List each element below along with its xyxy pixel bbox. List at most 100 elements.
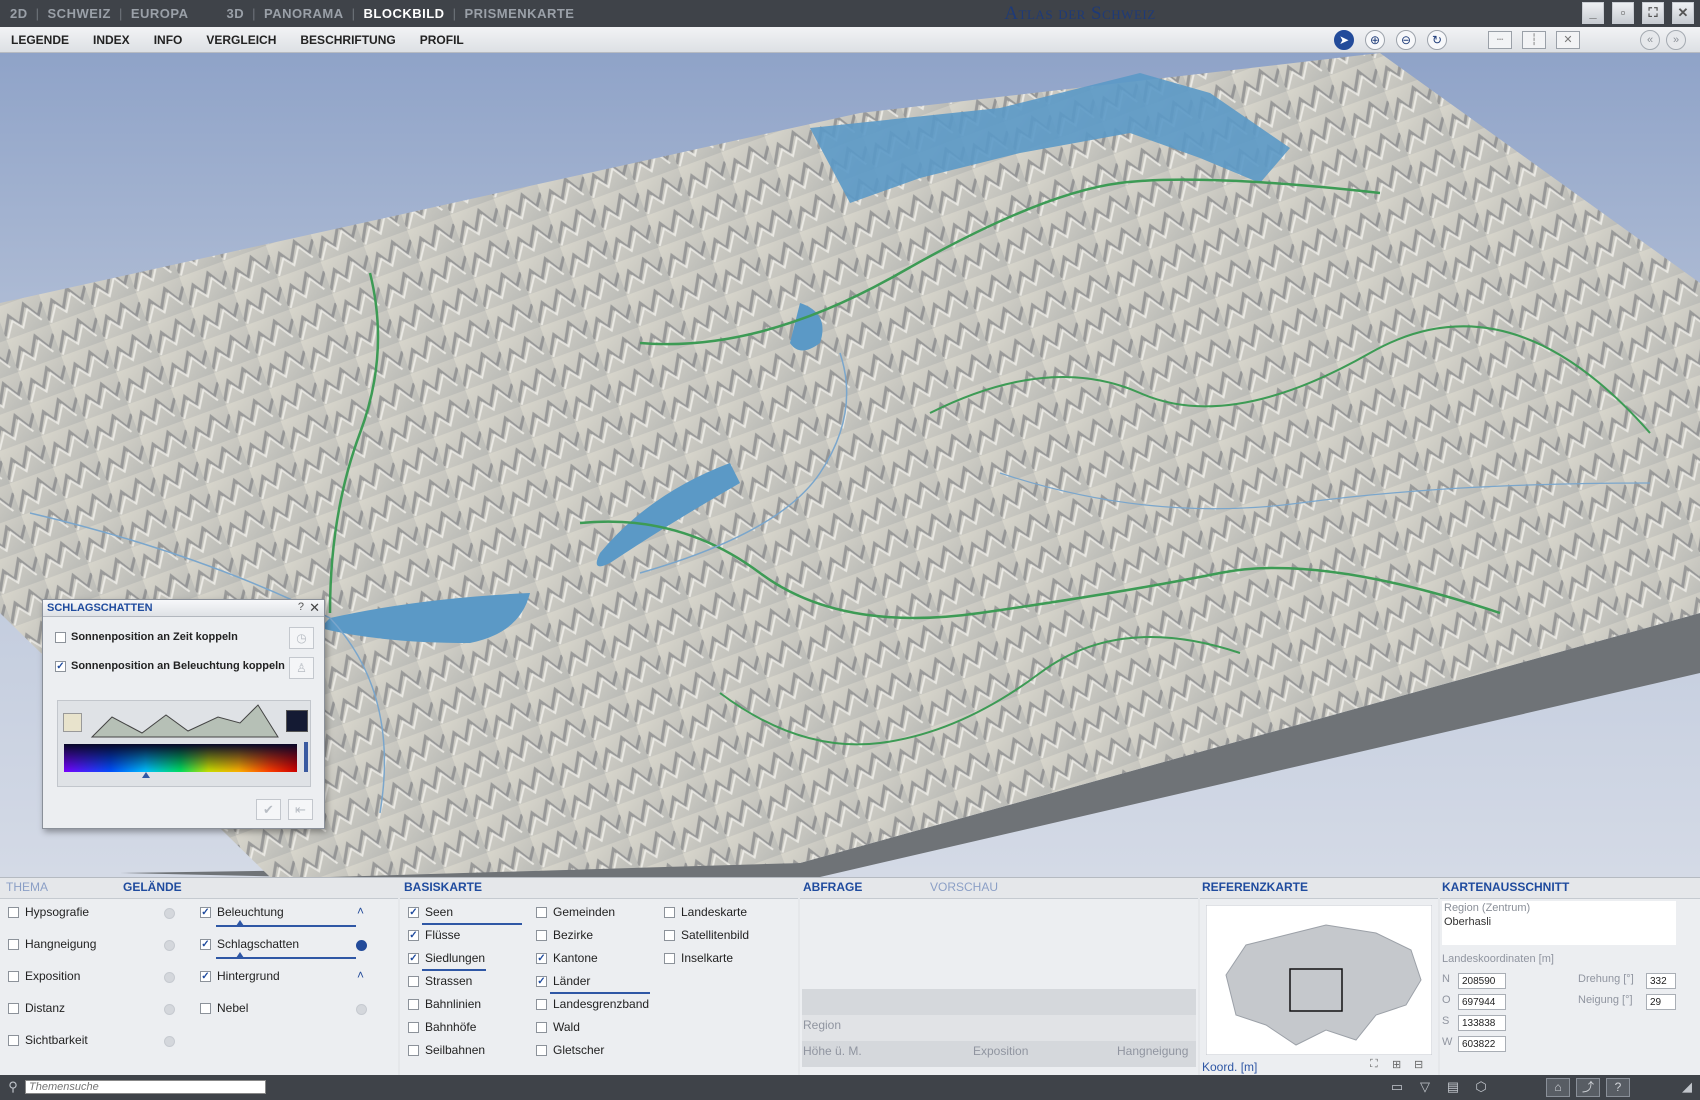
checkbox[interactable] bbox=[200, 1002, 211, 1014]
reset-icon[interactable]: ⇤ bbox=[288, 799, 313, 820]
color-spectrum-picker[interactable] bbox=[64, 744, 297, 772]
nav-blockbild[interactable]: BLOCKBILD bbox=[364, 6, 445, 21]
menu-legende[interactable]: LEGENDE bbox=[11, 33, 69, 47]
clock-icon[interactable]: ◷ bbox=[289, 627, 314, 649]
basis-fluesse[interactable]: ✓ Flüsse bbox=[408, 928, 460, 942]
checkbox-checked[interactable]: ✓ bbox=[536, 952, 547, 964]
gelaende-distanz[interactable]: Distanz bbox=[8, 1001, 65, 1015]
gelaende-hangneigung[interactable]: Hangneigung bbox=[8, 937, 96, 951]
tab-vorschau[interactable]: VORSCHAU bbox=[930, 880, 998, 894]
collapse-icon[interactable]: ˄ bbox=[357, 904, 364, 918]
checkbox-checked[interactable]: ✓ bbox=[408, 929, 419, 941]
option-zeit-koppeln[interactable]: Sonnenposition an Zeit koppeln bbox=[55, 631, 238, 643]
checkbox[interactable] bbox=[8, 906, 19, 918]
checkbox[interactable] bbox=[408, 1044, 419, 1056]
menu-index[interactable]: INDEX bbox=[93, 33, 130, 47]
coord-o-field[interactable] bbox=[1458, 994, 1506, 1010]
tab-basiskarte[interactable]: BASISKARTE bbox=[404, 880, 482, 894]
checkbox[interactable] bbox=[408, 975, 419, 987]
basis-landesgrenzband[interactable]: Landesgrenzband bbox=[536, 997, 649, 1011]
resize-grip-icon[interactable]: ◢ bbox=[1678, 1079, 1696, 1095]
menu-info[interactable]: INFO bbox=[154, 33, 183, 47]
checkbox-checked[interactable]: ✓ bbox=[200, 906, 211, 918]
checkbox-checked[interactable]: ✓ bbox=[55, 660, 66, 672]
light-color-swatch[interactable] bbox=[63, 713, 82, 732]
folder-icon[interactable]: ▭ bbox=[1388, 1079, 1406, 1095]
basis-gemeinden[interactable]: Gemeinden bbox=[536, 905, 615, 919]
basis-landeskarte[interactable]: Landeskarte bbox=[664, 905, 747, 919]
gelaende-hintergrund[interactable]: ✓ Hintergrund bbox=[200, 969, 280, 983]
basis-bahnlinien[interactable]: Bahnlinien bbox=[408, 997, 481, 1011]
checkbox[interactable] bbox=[664, 906, 675, 918]
checkbox[interactable] bbox=[8, 970, 19, 982]
back-icon[interactable]: « bbox=[1640, 30, 1660, 50]
tab-thema[interactable]: THEMA bbox=[6, 880, 48, 894]
basis-strassen[interactable]: Strassen bbox=[408, 974, 472, 988]
split-vertical-icon[interactable]: ┆ bbox=[1522, 31, 1546, 49]
basis-gletscher[interactable]: Gletscher bbox=[536, 1043, 604, 1057]
shadow-color-swatch[interactable] bbox=[286, 710, 308, 732]
laender-slider[interactable] bbox=[550, 992, 650, 994]
export-icon[interactable]: ⬡ bbox=[1472, 1079, 1490, 1095]
gelaende-hypsografie[interactable]: Hypsografie bbox=[8, 905, 89, 919]
restore-icon[interactable]: ▫ bbox=[1612, 2, 1634, 24]
basis-seilbahnen[interactable]: Seilbahnen bbox=[408, 1043, 485, 1057]
tab-referenzkarte[interactable]: REFERENZKARTE bbox=[1202, 880, 1308, 894]
nav-panorama[interactable]: PANORAMA bbox=[264, 6, 344, 21]
slider-handle[interactable] bbox=[236, 920, 244, 926]
basis-kantone[interactable]: ✓ Kantone bbox=[536, 951, 598, 965]
checkbox-checked[interactable]: ✓ bbox=[200, 938, 211, 950]
coord-n-field[interactable] bbox=[1458, 973, 1506, 989]
print-icon[interactable]: ▤ bbox=[1444, 1079, 1462, 1095]
tab-gelaende[interactable]: GELÄNDE bbox=[123, 880, 182, 894]
info-dot[interactable] bbox=[164, 972, 175, 983]
basis-bezirke[interactable]: Bezirke bbox=[536, 928, 593, 942]
help-icon[interactable]: ? bbox=[298, 601, 304, 613]
fullscreen-icon[interactable]: ⛶ bbox=[1642, 2, 1664, 24]
help-button-icon[interactable]: ? bbox=[1606, 1078, 1630, 1097]
tab-kartenausschnitt[interactable]: KARTENAUSSCHNITT bbox=[1442, 880, 1569, 894]
menu-profil[interactable]: PROFIL bbox=[420, 33, 464, 47]
rotate-icon[interactable]: ↻ bbox=[1427, 30, 1447, 50]
info-dot[interactable] bbox=[356, 1004, 367, 1015]
brightness-slider[interactable] bbox=[304, 742, 308, 772]
checkbox[interactable] bbox=[8, 1002, 19, 1014]
checkbox[interactable] bbox=[55, 631, 66, 643]
checkbox[interactable] bbox=[536, 906, 547, 918]
checkbox[interactable] bbox=[664, 929, 675, 941]
gelaende-nebel[interactable]: Nebel bbox=[200, 1001, 248, 1015]
info-dot[interactable] bbox=[164, 940, 175, 951]
checkbox-checked[interactable]: ✓ bbox=[408, 952, 419, 964]
checkbox[interactable] bbox=[408, 998, 419, 1010]
nav-prismenkarte[interactable]: PRISMENKARTE bbox=[464, 6, 574, 21]
checkbox[interactable] bbox=[8, 938, 19, 950]
link-icon[interactable]: ⤴ bbox=[1576, 1078, 1600, 1097]
coord-s-field[interactable] bbox=[1458, 1015, 1506, 1031]
zoom-out-map-icon[interactable]: ⊟ bbox=[1414, 1058, 1423, 1071]
option-beleuchtung-koppeln[interactable]: ✓ Sonnenposition an Beleuchtung koppeln bbox=[55, 660, 285, 672]
collapse-icon[interactable]: ˄ bbox=[357, 968, 364, 982]
gelaende-sichtbarkeit[interactable]: Sichtbarkeit bbox=[8, 1033, 88, 1047]
checkbox[interactable] bbox=[664, 952, 675, 964]
slider-handle[interactable] bbox=[236, 952, 244, 958]
seen-slider[interactable] bbox=[422, 923, 522, 925]
basis-bahnhoefe[interactable]: Bahnhöfe bbox=[408, 1020, 476, 1034]
checkbox-checked[interactable]: ✓ bbox=[536, 975, 547, 987]
info-dot[interactable] bbox=[164, 908, 175, 919]
pointer-icon[interactable]: ➤ bbox=[1334, 30, 1354, 50]
zoom-out-icon[interactable]: ⊖ bbox=[1396, 30, 1416, 50]
checkbox[interactable] bbox=[536, 1044, 547, 1056]
fullscreen-map-icon[interactable]: ⛶ bbox=[1370, 1058, 1378, 1071]
basis-satellitenbild[interactable]: Satellitenbild bbox=[664, 928, 749, 942]
drehung-field[interactable] bbox=[1646, 973, 1676, 989]
siedlungen-slider[interactable] bbox=[422, 969, 486, 971]
menu-beschriftung[interactable]: BESCHRIFTUNG bbox=[300, 33, 395, 47]
neigung-field[interactable] bbox=[1646, 994, 1676, 1010]
split-horizontal-icon[interactable]: ┄ bbox=[1488, 31, 1512, 49]
forward-icon[interactable]: » bbox=[1666, 30, 1686, 50]
basis-seen[interactable]: ✓ Seen bbox=[408, 905, 453, 919]
tab-abfrage[interactable]: ABFRAGE bbox=[803, 880, 862, 894]
gelaende-beleuchtung[interactable]: ✓ Beleuchtung bbox=[200, 905, 284, 919]
info-dot[interactable] bbox=[164, 1004, 175, 1015]
gelaende-exposition[interactable]: Exposition bbox=[8, 969, 80, 983]
